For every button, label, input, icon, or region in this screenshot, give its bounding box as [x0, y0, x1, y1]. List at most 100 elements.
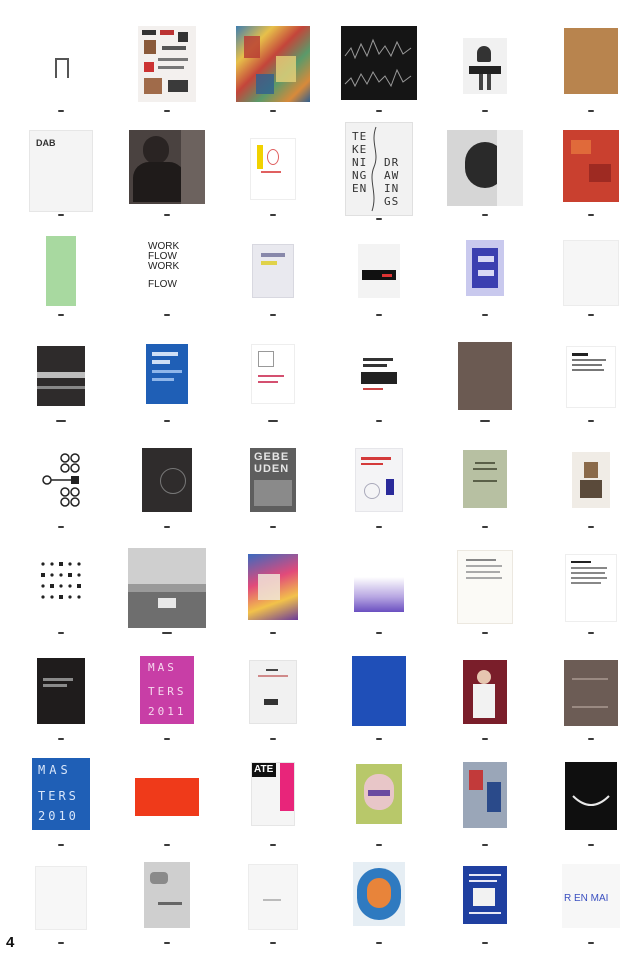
publication-tile[interactable] [432, 546, 538, 658]
caption-line [482, 526, 488, 528]
publication-tile[interactable] [538, 122, 635, 234]
publication-tile[interactable] [538, 20, 635, 132]
cover-thumbnail [463, 660, 507, 724]
caption-line [588, 110, 594, 112]
publication-tile[interactable] [8, 336, 114, 448]
publication-tile[interactable] [538, 758, 635, 870]
publication-tile[interactable] [538, 336, 635, 448]
cover-thumbnail: MAS TERS 2011 [140, 656, 194, 724]
publication-tile[interactable]: R EN MAI [538, 856, 635, 968]
publication-tile[interactable] [220, 20, 326, 132]
publication-tile[interactable] [8, 230, 114, 342]
publication-tile[interactable] [538, 230, 635, 342]
publication-tile[interactable]: WORK FLOW WORK FLOW [114, 230, 220, 342]
publication-tile[interactable]: GEBE UDEN [220, 440, 326, 552]
caption-line [376, 526, 382, 528]
cover-thumbnail [356, 764, 402, 824]
cover-thumbnail [138, 26, 196, 102]
caption-line [588, 420, 594, 422]
cover-title: ATE [254, 764, 274, 775]
caption-line [376, 942, 382, 944]
caption-line [482, 314, 488, 316]
cover-thumbnail [565, 762, 617, 830]
publication-grid: DAB TE KE NI NG EN DR AW IN GS WORK FLOW… [0, 0, 635, 950]
cover-title: R EN MAI [564, 893, 609, 904]
publication-tile[interactable] [432, 440, 538, 552]
publication-tile[interactable] [432, 758, 538, 870]
cover-thumbnail [250, 138, 296, 200]
publication-tile[interactable] [538, 546, 635, 658]
publication-tile[interactable] [114, 336, 220, 448]
cover-thumbnail [236, 26, 310, 102]
caption-line [56, 420, 66, 422]
publication-tile[interactable] [432, 122, 538, 234]
publication-tile[interactable] [8, 654, 114, 766]
publication-tile[interactable] [432, 336, 538, 448]
publication-tile[interactable] [326, 336, 432, 448]
cover-thumbnail [355, 448, 403, 512]
publication-tile[interactable] [8, 440, 114, 552]
caption-line [588, 314, 594, 316]
cover-thumbnail [144, 862, 190, 928]
caption-line [162, 632, 172, 634]
publication-tile[interactable] [326, 856, 432, 968]
caption-line [482, 110, 488, 112]
cover-thumbnail [354, 562, 404, 612]
publication-tile[interactable] [8, 20, 114, 132]
publication-tile[interactable]: ATE [220, 758, 326, 870]
publication-tile[interactable]: DAB [8, 122, 114, 234]
cover-thumbnail [135, 778, 199, 816]
publication-tile[interactable] [8, 546, 114, 658]
caption-line [482, 632, 488, 634]
publication-tile[interactable] [432, 20, 538, 132]
caption-line [482, 942, 488, 944]
publication-tile[interactable] [326, 654, 432, 766]
publication-tile[interactable] [220, 654, 326, 766]
cover-thumbnail [352, 656, 406, 726]
publication-tile[interactable] [220, 856, 326, 968]
publication-tile[interactable] [220, 336, 326, 448]
publication-tile[interactable] [326, 20, 432, 132]
publication-tile[interactable]: TE KE NI NG EN DR AW IN GS [326, 122, 432, 234]
caption-line [58, 942, 64, 944]
publication-tile[interactable] [8, 856, 114, 968]
caption-line [588, 738, 594, 740]
publication-tile[interactable]: MAS TERS 2010 [8, 758, 114, 870]
cover-thumbnail [565, 554, 617, 622]
publication-tile[interactable] [326, 546, 432, 658]
publication-tile[interactable] [114, 122, 220, 234]
publication-tile[interactable] [220, 230, 326, 342]
publication-tile[interactable] [220, 122, 326, 234]
cover-thumbnail: GEBE UDEN [250, 448, 296, 512]
publication-tile[interactable] [326, 230, 432, 342]
caption-line [482, 214, 488, 216]
publication-tile[interactable] [114, 440, 220, 552]
publication-tile[interactable] [538, 654, 635, 766]
publication-tile[interactable] [220, 546, 326, 658]
publication-tile[interactable] [114, 856, 220, 968]
publication-tile[interactable] [326, 758, 432, 870]
publication-tile[interactable] [432, 654, 538, 766]
publication-tile[interactable] [432, 856, 538, 968]
publication-tile[interactable] [326, 440, 432, 552]
cover-thumbnail: TE KE NI NG EN DR AW IN GS [345, 122, 413, 216]
publication-tile[interactable] [114, 546, 220, 658]
caption-line [270, 110, 276, 112]
caption-line [58, 738, 64, 740]
cover-thumbnail [353, 862, 405, 926]
cover-thumbnail [41, 38, 81, 90]
page-number: 4 [6, 934, 15, 951]
cover-thumbnail [463, 762, 507, 828]
publication-tile[interactable]: MAS TERS 2011 [114, 654, 220, 766]
cover-thumbnail [564, 660, 618, 726]
cover-thumbnail [129, 130, 205, 204]
publication-tile[interactable] [538, 440, 635, 552]
caption-line [58, 214, 64, 216]
publication-tile[interactable] [114, 20, 220, 132]
publication-tile[interactable] [432, 230, 538, 342]
caption-line [164, 214, 170, 216]
caption-line [164, 314, 170, 316]
caption-line [270, 942, 276, 944]
caption-line [164, 738, 170, 740]
publication-tile[interactable] [114, 758, 220, 870]
